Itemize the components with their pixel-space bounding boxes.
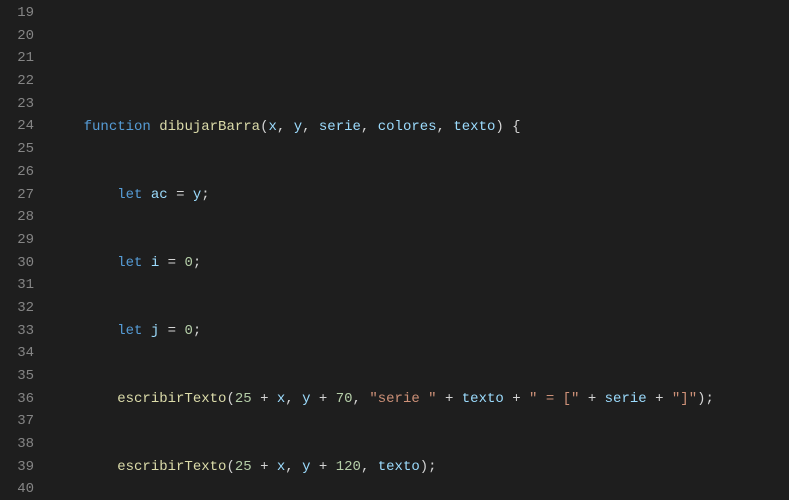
variable: y <box>302 391 310 407</box>
code-line[interactable]: function dibujarBarra(x, y, serie, color… <box>50 116 789 139</box>
string-literal: " = [" <box>529 391 579 407</box>
number-literal: 25 <box>235 459 252 475</box>
line-number: 19 <box>0 2 50 25</box>
param: texto <box>453 119 495 135</box>
line-number: 33 <box>0 320 50 343</box>
line-number: 27 <box>0 184 50 207</box>
code-line[interactable]: escribirTexto(25 + x, y + 120, texto); <box>50 456 789 479</box>
param: colores <box>378 119 437 135</box>
param: y <box>294 119 302 135</box>
param: serie <box>319 119 361 135</box>
line-number: 32 <box>0 297 50 320</box>
variable: j <box>151 323 159 339</box>
line-number: 29 <box>0 229 50 252</box>
line-number: 25 <box>0 138 50 161</box>
variable: serie <box>605 391 647 407</box>
line-number: 40 <box>0 478 50 500</box>
keyword-let: let <box>117 187 142 203</box>
variable: texto <box>462 391 504 407</box>
code-editor[interactable]: 1920212223242526272829303132333435363738… <box>0 0 789 500</box>
keyword-let: let <box>117 255 142 271</box>
code-line[interactable]: let i = 0; <box>50 252 789 275</box>
line-number: 30 <box>0 252 50 275</box>
keyword-let: let <box>117 323 142 339</box>
line-number: 21 <box>0 47 50 70</box>
line-number: 39 <box>0 456 50 479</box>
line-number: 28 <box>0 206 50 229</box>
line-number: 31 <box>0 274 50 297</box>
param: x <box>268 119 276 135</box>
line-number: 34 <box>0 342 50 365</box>
function-call: escribirTexto <box>117 459 226 475</box>
line-number: 35 <box>0 365 50 388</box>
line-number: 38 <box>0 433 50 456</box>
variable: texto <box>378 459 420 475</box>
line-number: 26 <box>0 161 50 184</box>
number-literal: 120 <box>336 459 361 475</box>
variable: ac <box>151 187 168 203</box>
line-number-gutter: 1920212223242526272829303132333435363738… <box>0 0 50 500</box>
string-literal: "]" <box>672 391 697 407</box>
line-number: 22 <box>0 70 50 93</box>
number-literal: 0 <box>184 323 192 339</box>
number-literal: 25 <box>235 391 252 407</box>
number-literal: 70 <box>336 391 353 407</box>
line-number: 36 <box>0 388 50 411</box>
line-number: 23 <box>0 93 50 116</box>
line-number: 20 <box>0 25 50 48</box>
string-literal: "serie " <box>369 391 436 407</box>
keyword-function: function <box>84 119 151 135</box>
line-number: 24 <box>0 115 50 138</box>
code-line[interactable]: let ac = y; <box>50 184 789 207</box>
code-line[interactable] <box>50 47 789 70</box>
variable: y <box>302 459 310 475</box>
code-line[interactable]: let j = 0; <box>50 320 789 343</box>
function-call: escribirTexto <box>117 391 226 407</box>
code-area[interactable]: function dibujarBarra(x, y, serie, color… <box>50 0 789 500</box>
variable: i <box>151 255 159 271</box>
line-number: 37 <box>0 410 50 433</box>
number-literal: 0 <box>184 255 192 271</box>
function-name: dibujarBarra <box>159 119 260 135</box>
code-line[interactable]: escribirTexto(25 + x, y + 70, "serie " +… <box>50 388 789 411</box>
